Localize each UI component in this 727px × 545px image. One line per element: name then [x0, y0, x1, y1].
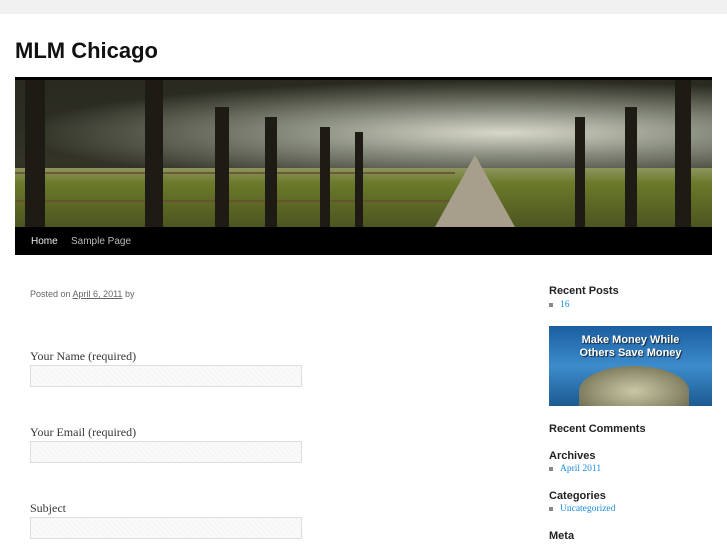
subject-label: Subject — [30, 501, 66, 515]
categories-title: Categories — [549, 490, 606, 502]
category-item[interactable]: Uncategorized — [549, 504, 615, 514]
post-meta: Posted on April 6, 2011 by — [30, 289, 134, 299]
post-date-link[interactable]: April 6, 2011 — [73, 289, 123, 299]
email-label: Your Email (required) — [30, 425, 137, 439]
recent-post-item[interactable]: 16 — [549, 300, 570, 310]
meta-title: Meta — [549, 530, 575, 542]
posted-on-label: Posted on — [30, 289, 71, 299]
name-label: Your Name (required) — [30, 349, 137, 363]
recent-comments-title: Recent Comments — [549, 423, 646, 435]
header-banner-image — [15, 77, 712, 227]
name-input[interactable] — [30, 365, 302, 387]
nav-sample-page[interactable]: Sample Page — [71, 236, 131, 247]
ad-banner[interactable]: Make Money While Others Save Money — [549, 326, 712, 406]
nav-home[interactable]: Home — [31, 236, 58, 247]
email-input[interactable] — [30, 441, 302, 463]
archives-title: Archives — [549, 450, 596, 462]
site-title[interactable]: MLM Chicago — [15, 38, 158, 64]
recent-posts-title: Recent Posts — [549, 285, 619, 297]
archive-item[interactable]: April 2011 — [549, 464, 601, 474]
page: MLM Chicago Home Sample Page Posted on A… — [0, 14, 727, 545]
subject-input[interactable] — [30, 517, 302, 539]
main-nav: Home Sample Page — [15, 227, 712, 255]
by-label: by — [124, 289, 135, 299]
